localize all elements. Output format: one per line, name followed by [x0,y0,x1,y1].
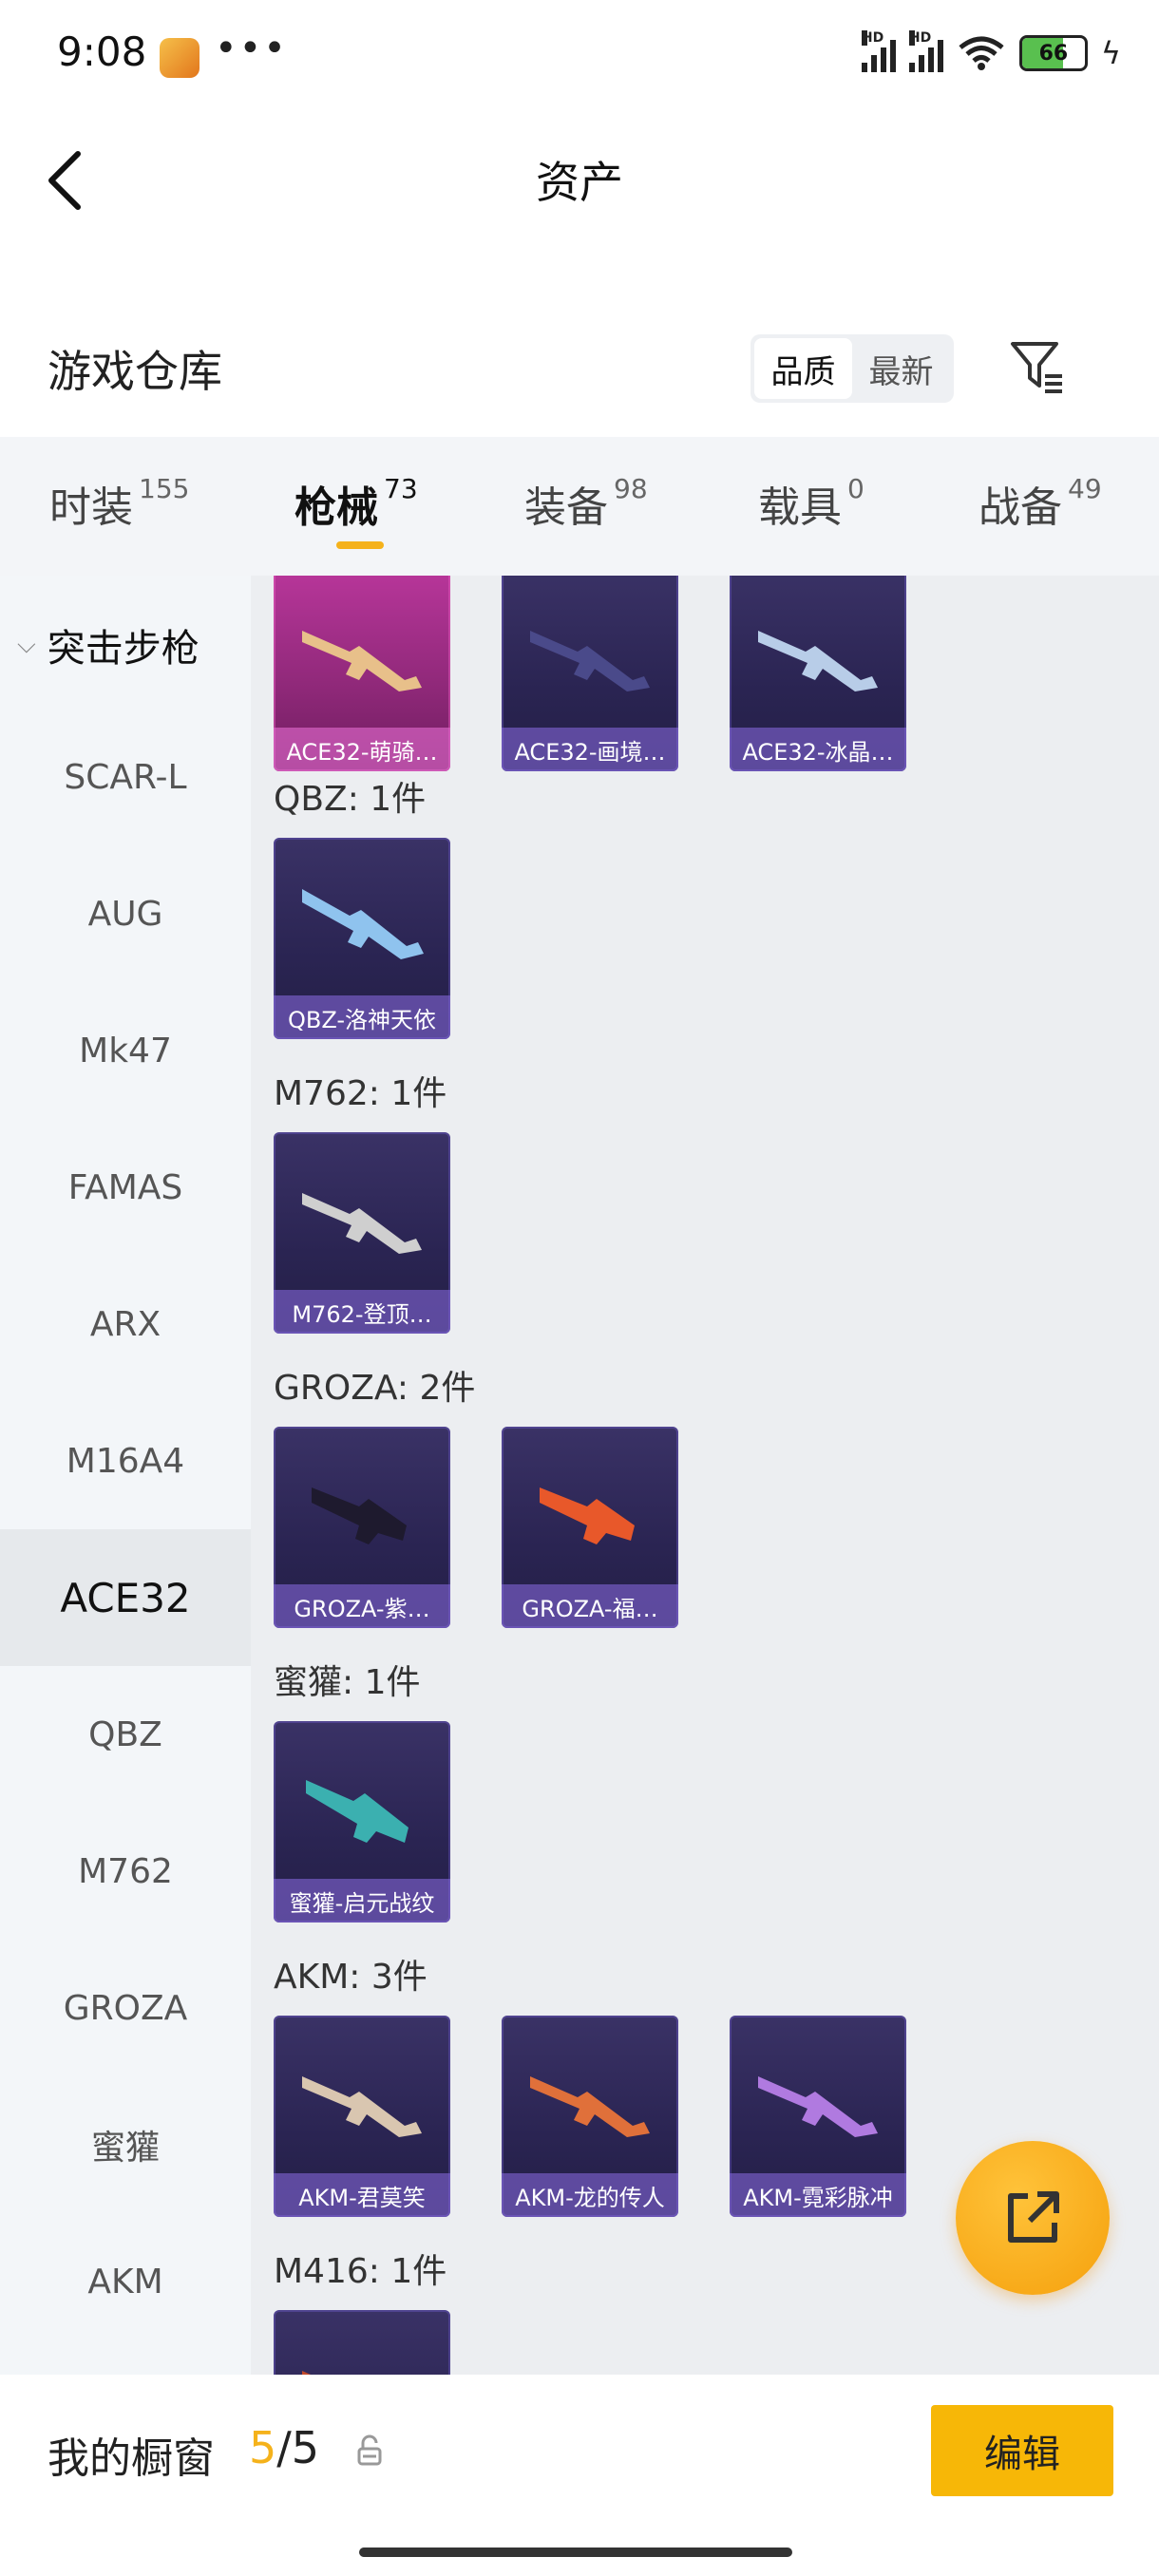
skin-card[interactable]: 蜜獾-启元战纹 [274,1721,450,1923]
page-title: 资产 [536,157,623,208]
sidebar-item-mk47[interactable]: Mk47 [0,982,251,1119]
rifle-icon [302,889,424,959]
skin-card[interactable]: AKM-霓彩脉冲 [730,2016,906,2217]
skin-name: ACE32-画境… [502,728,678,771]
group-label-qbz: QBZ: 1件 [274,780,427,819]
skin-name: M762-登顶… [274,1290,450,1334]
weapon-sidebar: ⌵ 突击步枪 SCAR-L AUG Mk47 FAMAS ARX M16A4 A… [0,576,251,2375]
rifle-icon [758,2076,878,2137]
group-label-m416: M416: 1件 [274,2252,447,2291]
skin-card[interactable]: AKM-龙的传人 [502,2016,678,2217]
rifle-icon [302,1193,422,1254]
skin-name: AKM-龙的传人 [502,2173,678,2217]
status-time: 9:08 [57,28,147,75]
status-bar: 9:08 ••• HD HD 66 ϟ [0,0,1159,112]
group-label-honey-badger: 蜜獾: 1件 [274,1663,421,1702]
rifle-icon [530,2076,650,2137]
skin-card[interactable] [274,2310,450,2375]
rifle-icon [302,2371,312,2375]
sort-toggle: 品质 最新 [750,334,954,403]
weapon-skin-list: ACE32-萌骑… ACE32-画境… ACE32-冰晶… QBZ: 1件 QB… [251,576,1159,2375]
showcase-count: 5/5 [249,2422,320,2473]
chevron-down-icon: ⌵ [17,630,36,659]
skin-card[interactable]: AKM-君莫笑 [274,2016,450,2217]
tab-supplies[interactable]: 战备 49 [978,473,1102,534]
group-label-akm: AKM: 3件 [274,1958,428,1997]
external-link-icon [1008,2191,1059,2243]
warehouse-title: 游戏仓库 [48,346,222,397]
group-label-m762: M762: 1件 [274,1074,447,1113]
wifi-icon [959,36,1004,70]
skin-card[interactable]: GROZA-紫… [274,1427,450,1628]
sidebar-category-header[interactable]: ⌵ 突击步枪 [17,617,200,672]
skin-name: AKM-君莫笑 [274,2173,450,2217]
more-notifications-icon: ••• [215,27,288,70]
cellular-signal-icon: HD [908,30,943,72]
sidebar-item-akm[interactable]: AKM [0,2213,251,2350]
tab-vehicles[interactable]: 载具 0 [758,473,864,534]
lock-icon [357,2434,382,2466]
share-button[interactable] [956,2141,1110,2295]
tab-outfit[interactable]: 时装 155 [49,473,189,534]
skin-card[interactable]: ACE32-萌骑… [274,576,450,771]
skin-card[interactable]: QBZ-洛神天依 [274,838,450,1039]
sort-quality-option[interactable]: 品质 [754,338,852,399]
skin-name: GROZA-紫… [274,1584,450,1628]
active-tab-indicator [336,541,384,549]
skin-name: AKM-霓彩脉冲 [730,2173,906,2217]
charging-icon: ϟ [1100,35,1121,71]
sidebar-item-m16a4[interactable]: M16A4 [0,1392,251,1529]
skin-name: ACE32-冰晶… [730,728,906,771]
home-indicator[interactable] [359,2548,792,2557]
rifle-icon [306,1780,408,1843]
skin-name: ACE32-萌骑… [274,728,450,771]
tab-guns[interactable]: 枪械 73 [294,473,418,534]
skin-name: 蜜獾-启元战纹 [274,1879,450,1923]
filter-icon[interactable] [1009,338,1066,395]
rifle-icon [758,631,878,691]
skin-name: GROZA-福… [502,1584,678,1628]
sidebar-item-groza[interactable]: GROZA [0,1940,251,2076]
cellular-signal-icon: HD [861,30,896,72]
sidebar-item-m762[interactable]: M762 [0,1803,251,1940]
sidebar-item-ace32[interactable]: ACE32 [0,1529,251,1666]
category-tabs: 时装 155 枪械 73 装备 98 载具 0 战备 49 [0,437,1159,576]
sort-latest-option[interactable]: 最新 [852,338,950,399]
skin-card[interactable]: GROZA-福… [502,1427,678,1628]
sidebar-item-famas[interactable]: FAMAS [0,1119,251,1256]
battery-icon: 66 [1018,35,1088,71]
sidebar-item-aug[interactable]: AUG [0,845,251,982]
edit-button[interactable]: 编辑 [931,2405,1113,2496]
sidebar-item-arx[interactable]: ARX [0,1256,251,1392]
group-label-groza: GROZA: 2件 [274,1369,476,1408]
skin-name: QBZ-洛神天依 [274,995,450,1039]
rifle-icon [540,1487,635,1544]
showcase-label: 我的橱窗 [48,2434,215,2483]
rifle-icon [530,631,650,691]
tab-equipment[interactable]: 装备 98 [524,473,648,534]
skin-card[interactable]: ACE32-画境… [502,576,678,771]
rifle-icon [302,2076,422,2137]
sidebar-item-scar-l[interactable]: SCAR-L [0,709,251,845]
skin-card[interactable]: M762-登顶… [274,1132,450,1334]
app-notification-icon [160,38,200,78]
skin-card[interactable]: ACE32-冰晶… [730,576,906,771]
sidebar-item-qbz[interactable]: QBZ [0,1666,251,1803]
rifle-icon [312,1487,407,1544]
sidebar-item-honey-badger[interactable]: 蜜獾 [0,2076,251,2213]
rifle-icon [302,631,422,691]
showcase-bar: 我的橱窗 5/5 编辑 [0,2375,1159,2576]
